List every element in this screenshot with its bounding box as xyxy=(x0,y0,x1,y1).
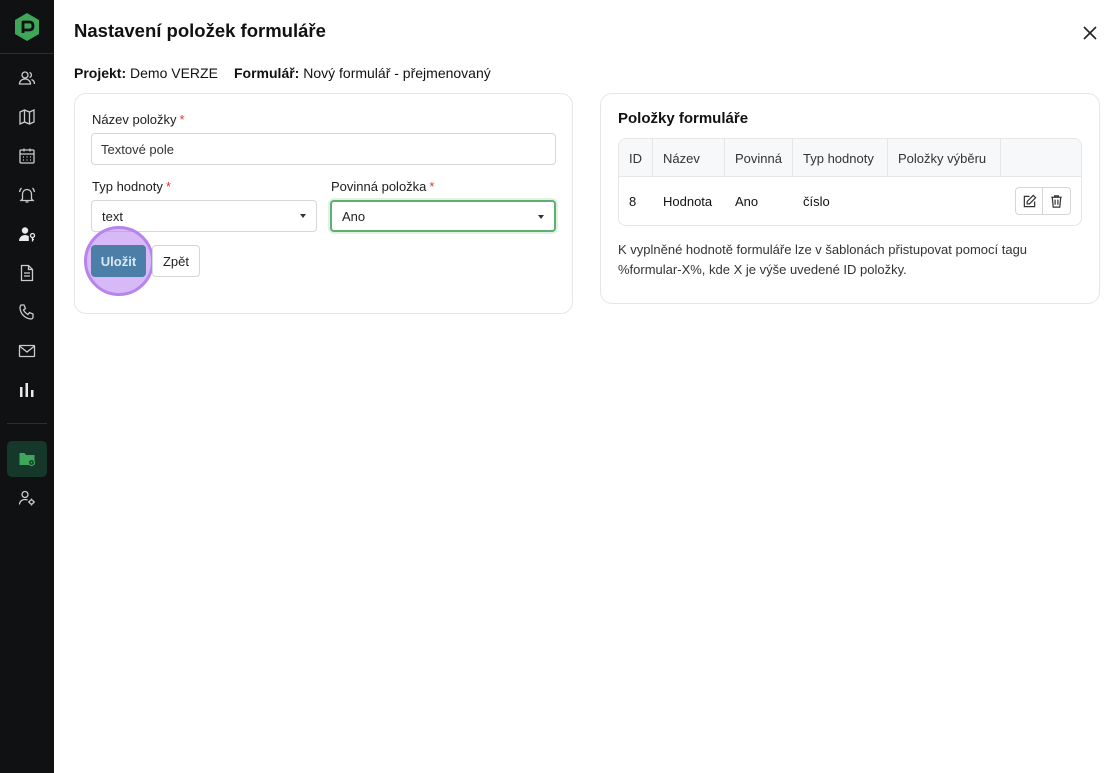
close-button[interactable] xyxy=(1078,21,1102,45)
sidebar-item-documents[interactable] xyxy=(7,255,47,291)
delete-button[interactable] xyxy=(1043,187,1071,215)
project-value: Demo VERZE xyxy=(130,65,218,81)
sidebar-item-email[interactable] xyxy=(7,333,47,369)
form-info: Formulář: Nový formulář - přejmenovaný xyxy=(234,65,491,81)
caret-down-icon xyxy=(538,215,544,219)
required-mark: * xyxy=(165,179,171,194)
sidebar-item-notifications[interactable] xyxy=(7,177,47,213)
cell-choices xyxy=(888,177,898,225)
calendar-icon xyxy=(19,148,35,164)
required-mark: * xyxy=(179,112,185,127)
sidebar-item-contacts[interactable] xyxy=(7,60,47,96)
sidebar-divider xyxy=(0,53,54,54)
close-icon xyxy=(1083,26,1097,40)
form-value: Nový formulář - přejmenovaný xyxy=(303,65,491,81)
edit-icon xyxy=(1023,194,1036,207)
cell-name: Hodnota xyxy=(663,193,713,209)
back-button[interactable]: Zpět xyxy=(152,245,200,277)
edit-button[interactable] xyxy=(1015,187,1043,215)
mandatory-label: Povinná položka * xyxy=(331,179,435,194)
form-items-title: Položky formuláře xyxy=(618,110,749,127)
sidebar-divider xyxy=(7,423,47,424)
caret-down-icon xyxy=(300,214,306,218)
sidebar-item-reports[interactable] xyxy=(7,372,47,408)
app-logo[interactable] xyxy=(13,12,41,42)
column-header-choices[interactable]: Položky výběru xyxy=(888,139,1001,177)
form-label: Formulář: xyxy=(234,65,300,81)
sidebar-item-calls[interactable] xyxy=(7,294,47,330)
mandatory-select[interactable]: Ano xyxy=(330,200,556,232)
sidebar-item-map[interactable] xyxy=(7,99,47,135)
phone-icon xyxy=(19,304,34,320)
folder-settings-icon xyxy=(19,453,36,467)
table-header: ID Název Povinná Typ hodnoty Položky výb… xyxy=(619,139,1081,177)
user-key-icon xyxy=(19,227,36,242)
cell-id: 8 xyxy=(629,193,637,209)
save-button[interactable]: Uložit xyxy=(91,245,146,277)
sidebar xyxy=(0,0,54,773)
user-cog-icon xyxy=(18,490,35,506)
trash-icon xyxy=(1051,194,1062,208)
column-header-required[interactable]: Povinná xyxy=(725,139,793,177)
sidebar-item-user-settings[interactable] xyxy=(7,216,47,252)
template-tag-note: K vyplněné hodnotě formuláře lze v šablo… xyxy=(618,242,1028,277)
cell-required: Ano xyxy=(735,193,759,209)
users-icon xyxy=(18,71,36,85)
column-header-name[interactable]: Název xyxy=(653,139,725,177)
bell-icon xyxy=(18,187,36,203)
bar-chart-icon xyxy=(20,383,34,397)
sidebar-item-projects[interactable] xyxy=(7,441,47,477)
document-icon xyxy=(20,264,34,282)
page-title: Nastavení položek formuláře xyxy=(74,20,326,41)
item-name-input[interactable]: Textové pole xyxy=(91,133,556,165)
project-info: Projekt: Demo VERZE xyxy=(74,65,218,81)
cell-type: číslo xyxy=(803,193,830,209)
sidebar-item-admin[interactable] xyxy=(7,480,47,516)
required-mark: * xyxy=(429,179,435,194)
map-icon xyxy=(19,108,35,126)
mail-icon xyxy=(18,344,36,358)
form-items-table: ID Název Povinná Typ hodnoty Položky výb… xyxy=(618,138,1082,226)
sidebar-item-calendar[interactable] xyxy=(7,138,47,174)
value-type-label: Typ hodnoty * xyxy=(92,179,171,194)
column-header-id[interactable]: ID xyxy=(619,139,653,177)
item-name-label: Název položky * xyxy=(92,112,185,127)
column-header-type[interactable]: Typ hodnoty xyxy=(793,139,888,177)
project-label: Projekt: xyxy=(74,65,127,81)
